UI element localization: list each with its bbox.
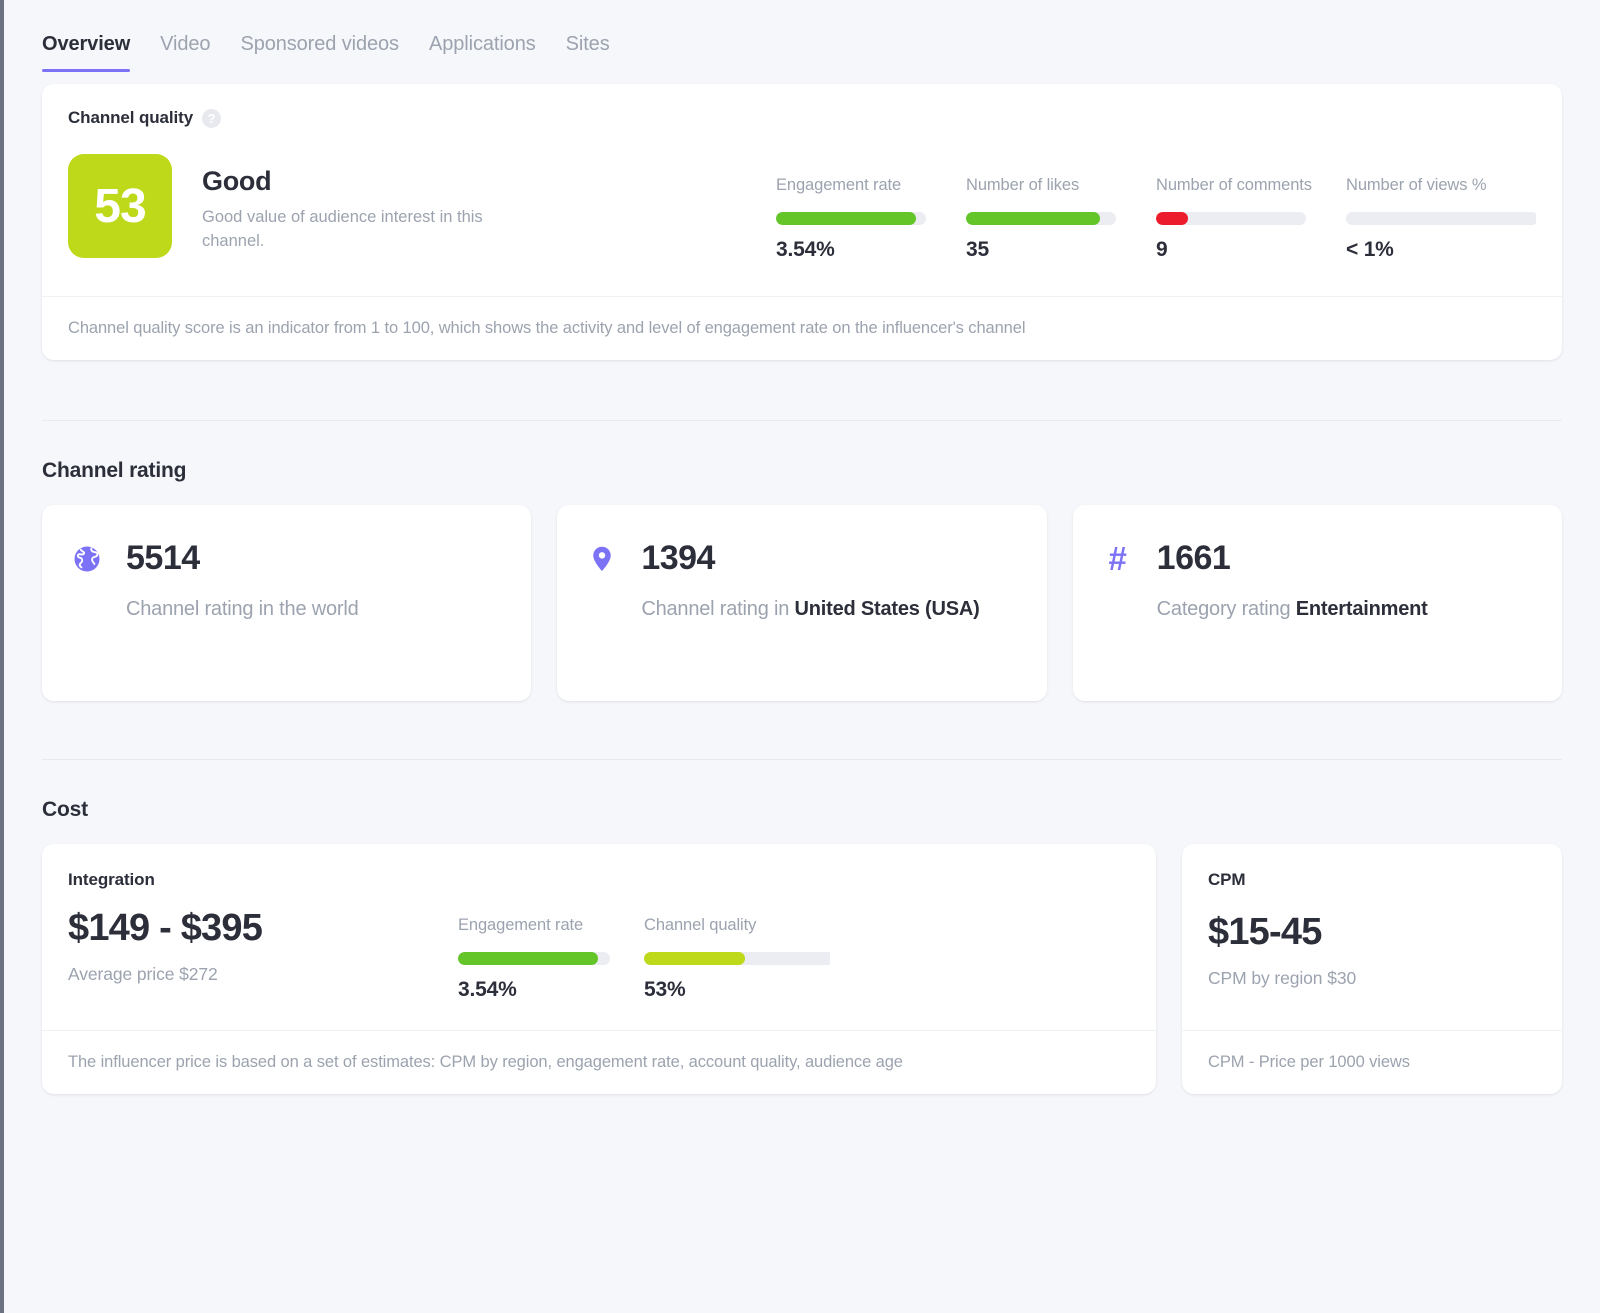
globe-icon	[70, 542, 104, 576]
rating-description-text: Category rating	[1157, 598, 1296, 620]
cpm-footer-note: CPM - Price per 1000 views	[1182, 1030, 1562, 1094]
channel-rating-cards: 5514 Channel rating in the world 1394 Ch…	[42, 505, 1562, 701]
cost-title: Cost	[42, 760, 1562, 822]
metric-value: < 1%	[1346, 238, 1536, 262]
metric-label: Engagement rate	[458, 916, 610, 938]
cost-cards: Integration $149 - $395 Average price $2…	[42, 844, 1562, 1094]
tab-bar: Overview Video Sponsored videos Applicat…	[4, 0, 1600, 72]
tab-label: Sponsored videos	[240, 33, 399, 55]
rating-value: 5514	[126, 539, 200, 578]
integration-price-block: $149 - $395 Average price $272	[68, 908, 458, 985]
cpm-price: $15-45	[1208, 912, 1536, 954]
channel-quality-summary: Good Good value of audience interest in …	[202, 154, 502, 254]
rating-description-text: Channel rating in	[641, 598, 794, 620]
metric-bar-track	[458, 952, 610, 965]
channel-quality-title: Channel quality	[68, 108, 193, 128]
integration-label: Integration	[68, 870, 1130, 890]
rating-description: Channel rating in the world	[126, 594, 503, 625]
metric-label: Number of views %	[1346, 176, 1536, 198]
channel-quality-grade: Good	[202, 166, 502, 197]
rating-card-header: 1394	[585, 539, 1018, 578]
metric-bar-fill	[966, 212, 1100, 225]
tab-applications[interactable]: Applications	[429, 33, 536, 72]
rating-card-world: 5514 Channel rating in the world	[42, 505, 531, 701]
metric-label: Number of comments	[1156, 176, 1312, 198]
rating-value: 1661	[1157, 539, 1231, 578]
tab-sites[interactable]: Sites	[566, 33, 610, 72]
metric-bar-track	[1346, 212, 1536, 225]
metric-number-of-likes: Number of likes 35	[966, 176, 1156, 262]
metric-bar-track	[644, 952, 830, 965]
question-mark-icon[interactable]: ?	[202, 109, 221, 128]
tab-label: Overview	[42, 33, 130, 55]
integration-footer-note: The influencer price is based on a set o…	[42, 1030, 1156, 1094]
hash-icon: #	[1101, 542, 1135, 576]
rating-card-country: 1394 Channel rating in United States (US…	[557, 505, 1046, 701]
metric-number-of-views-percent: Number of views % < 1%	[1346, 176, 1536, 262]
metric-bar-track	[1156, 212, 1306, 225]
cpm-label: CPM	[1208, 870, 1536, 890]
cpm-body: CPM $15-45 CPM by region $30	[1182, 844, 1562, 1030]
tab-label: Applications	[429, 33, 536, 55]
metric-label: Engagement rate	[776, 176, 932, 198]
rating-card-category: # 1661 Category rating Entertainment	[1073, 505, 1562, 701]
metric-value: 35	[966, 238, 1156, 262]
channel-quality-footer-note: Channel quality score is an indicator fr…	[42, 296, 1562, 360]
metric-value: 9	[1156, 238, 1346, 262]
cpm-region-price: CPM by region $30	[1208, 968, 1536, 989]
metric-bar-fill	[458, 952, 598, 965]
metric-value: 3.54%	[776, 238, 966, 262]
cpm-card: CPM $15-45 CPM by region $30 CPM - Price…	[1182, 844, 1562, 1094]
metric-label: Number of likes	[966, 176, 1122, 198]
metric-bar-track	[966, 212, 1116, 225]
channel-quality-card: Channel quality ? 53 Good Good value of …	[42, 84, 1562, 360]
channel-quality-metrics: Engagement rate 3.54% Number of likes 35…	[776, 154, 1536, 262]
tab-sponsored-videos[interactable]: Sponsored videos	[240, 33, 399, 72]
integration-average-price: Average price $272	[68, 964, 458, 985]
cost-metric-channel-quality: Channel quality 53%	[644, 916, 830, 1002]
rating-description-text: Channel rating in the world	[126, 598, 359, 620]
metric-bar-track	[776, 212, 926, 225]
tab-video[interactable]: Video	[160, 33, 210, 72]
channel-rating-title: Channel rating	[42, 421, 1562, 483]
tab-overview[interactable]: Overview	[42, 33, 130, 72]
metric-engagement-rate: Engagement rate 3.54%	[776, 176, 966, 262]
metric-value: 3.54%	[458, 978, 644, 1002]
integration-price: $149 - $395	[68, 908, 458, 950]
integration-body: Integration $149 - $395 Average price $2…	[42, 844, 1156, 1030]
cost-metric-engagement-rate: Engagement rate 3.54%	[458, 916, 644, 1002]
tab-label: Sites	[566, 33, 610, 55]
metric-number-of-comments: Number of comments 9	[1156, 176, 1346, 262]
metric-bar-fill	[776, 212, 916, 225]
integration-card: Integration $149 - $395 Average price $2…	[42, 844, 1156, 1094]
rating-value: 1394	[641, 539, 715, 578]
rating-description: Category rating Entertainment	[1157, 594, 1534, 625]
integration-main: $149 - $395 Average price $272 Engagemen…	[68, 908, 1130, 1002]
channel-quality-score-badge: 53	[68, 154, 172, 258]
metric-value: 53%	[644, 978, 830, 1002]
metric-bar-fill	[644, 952, 745, 965]
channel-quality-description: Good value of audience interest in this …	[202, 206, 502, 254]
channel-quality-body: 53 Good Good value of audience interest …	[42, 128, 1562, 296]
rating-description: Channel rating in United States (USA)	[641, 594, 1018, 625]
metric-label: Channel quality	[644, 916, 830, 938]
rating-card-header: 5514	[70, 539, 503, 578]
map-pin-icon	[585, 542, 619, 576]
tab-label: Video	[160, 33, 210, 55]
rating-description-highlight: United States (USA)	[795, 598, 980, 620]
channel-quality-header: Channel quality ?	[42, 84, 1562, 128]
integration-metrics: Engagement rate 3.54% Channel quality	[458, 908, 830, 1002]
rating-description-highlight: Entertainment	[1296, 598, 1428, 620]
rating-card-header: # 1661	[1101, 539, 1534, 578]
metric-bar-fill	[1156, 212, 1188, 225]
